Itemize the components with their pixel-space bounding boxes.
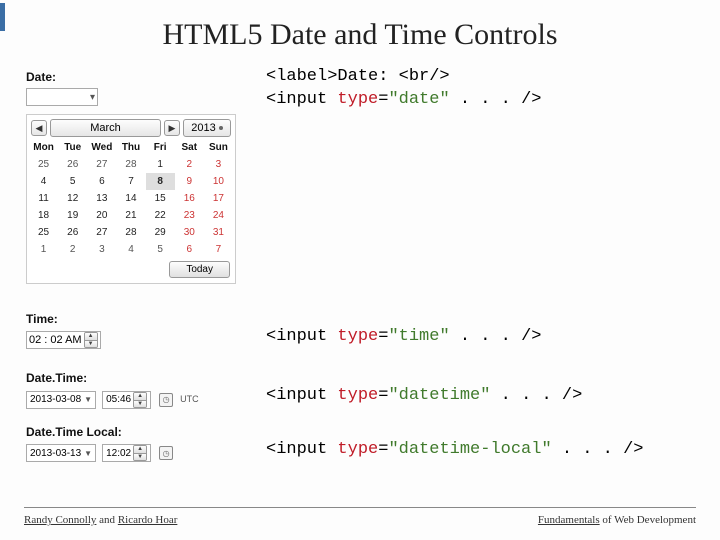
time-stepper[interactable]: ▲▼ [84, 332, 98, 348]
calendar-day[interactable]: 24 [204, 207, 233, 224]
calendar-day[interactable]: 4 [29, 173, 58, 190]
year-select[interactable]: 2013 [183, 119, 231, 137]
datetime-date-select[interactable]: 2013-03-08▼ [26, 391, 96, 409]
calendar-day[interactable]: 22 [146, 207, 175, 224]
clock-icon[interactable]: ◷ [159, 393, 173, 407]
dtl-date-select[interactable]: 2013-03-13▼ [26, 444, 96, 462]
calendar-day[interactable]: 19 [58, 207, 87, 224]
calendar-day[interactable]: 27 [87, 224, 116, 241]
dtl-time-select[interactable]: 12:02▲▼ [102, 444, 151, 462]
calendar-day[interactable]: 16 [175, 190, 204, 207]
calendar-day[interactable]: 9 [175, 173, 204, 190]
calendar-day[interactable]: 26 [58, 156, 87, 173]
calendar-day[interactable]: 25 [29, 224, 58, 241]
calendar-day[interactable]: 10 [204, 173, 233, 190]
datetime-local-widget: Date.Time Local: 2013-03-13▼ 12:02▲▼ ◷ [26, 425, 236, 463]
footer-right: Fundamentals of Web Development [538, 514, 696, 526]
calendar-day[interactable]: 1 [146, 156, 175, 173]
dtl-time-stepper[interactable]: ▲▼ [133, 445, 147, 461]
day-header: Sat [175, 139, 204, 156]
calendar-day[interactable]: 3 [204, 156, 233, 173]
calendar-day[interactable]: 17 [204, 190, 233, 207]
calendar-day[interactable]: 7 [116, 173, 145, 190]
calendar-day[interactable]: 23 [175, 207, 204, 224]
calendar-day[interactable]: 13 [87, 190, 116, 207]
footer: Randy Connolly and Ricardo Hoar Fundamen… [24, 507, 696, 526]
time-label: Time: [26, 312, 236, 326]
row-time: Time: 02 : 02 AM ▲▼ <input type="time" .… [26, 312, 694, 349]
calendar-header: ◀ March ▶ 2013 [29, 117, 233, 139]
calendar-day[interactable]: 1 [29, 241, 58, 258]
date-widget: Date: ▾ ◀ March ▶ 2013 MonTueWedThuFriSa… [26, 70, 236, 284]
datetime-local-label: Date.Time Local: [26, 425, 236, 439]
month-label: March [90, 122, 121, 134]
time-value: 02 : 02 AM [29, 334, 82, 346]
calendar-day[interactable]: 8 [146, 173, 175, 190]
calendar-day[interactable]: 6 [87, 173, 116, 190]
time-widget: Time: 02 : 02 AM ▲▼ [26, 312, 236, 349]
calendar-day[interactable]: 26 [58, 224, 87, 241]
code-date: <label>Date: <br/> <input type="date" . … [266, 66, 541, 112]
today-button[interactable]: Today [169, 261, 230, 278]
year-label: 2013 [191, 122, 215, 134]
row-date: Date: ▾ ◀ March ▶ 2013 MonTueWedThuFriSa… [26, 70, 694, 284]
calendar-day[interactable]: 4 [116, 241, 145, 258]
calendar-grid: MonTueWedThuFriSatSun2526272812345678910… [29, 139, 233, 258]
calendar-day[interactable]: 12 [58, 190, 87, 207]
calendar-day[interactable]: 2 [175, 156, 204, 173]
calendar-day[interactable]: 7 [204, 241, 233, 258]
calendar-day[interactable]: 31 [204, 224, 233, 241]
calendar-day[interactable]: 6 [175, 241, 204, 258]
calendar-day[interactable]: 5 [146, 241, 175, 258]
code-datetime-local: <input type="datetime-local" . . . /> [266, 439, 644, 462]
calendar-day[interactable]: 5 [58, 173, 87, 190]
date-label: Date: [26, 70, 236, 84]
datetime-label: Date.Time: [26, 371, 236, 385]
day-header: Mon [29, 139, 58, 156]
datetime-time-select[interactable]: 05:46▲▼ [102, 391, 151, 409]
next-month-button[interactable]: ▶ [164, 120, 180, 136]
day-header: Sun [204, 139, 233, 156]
day-header: Thu [116, 139, 145, 156]
day-header: Wed [87, 139, 116, 156]
code-datetime: <input type="datetime" . . . /> [266, 385, 582, 408]
slide-title: HTML5 Date and Time Controls [0, 0, 720, 52]
calendar-day[interactable]: 15 [146, 190, 175, 207]
calendar-day[interactable]: 18 [29, 207, 58, 224]
calendar-day[interactable]: 21 [116, 207, 145, 224]
datetime-time-stepper[interactable]: ▲▼ [133, 392, 147, 408]
calendar-popup: ◀ March ▶ 2013 MonTueWedThuFriSatSun2526… [26, 114, 236, 284]
calendar-day[interactable]: 25 [29, 156, 58, 173]
calendar-day[interactable]: 11 [29, 190, 58, 207]
calendar-day[interactable]: 2 [58, 241, 87, 258]
calendar-day[interactable]: 28 [116, 156, 145, 173]
calendar-day[interactable]: 28 [116, 224, 145, 241]
calendar-day[interactable]: 29 [146, 224, 175, 241]
utc-label: UTC [180, 394, 199, 404]
calendar-day[interactable]: 30 [175, 224, 204, 241]
month-select[interactable]: March [50, 119, 161, 137]
calendar-day[interactable]: 20 [87, 207, 116, 224]
datetime-widget: Date.Time: 2013-03-08▼ 05:46▲▼ ◷ UTC [26, 371, 236, 409]
day-header: Tue [58, 139, 87, 156]
time-input[interactable]: 02 : 02 AM ▲▼ [26, 331, 101, 349]
date-input-collapsed[interactable]: ▾ [26, 88, 98, 106]
prev-month-button[interactable]: ◀ [31, 120, 47, 136]
calendar-day[interactable]: 14 [116, 190, 145, 207]
calendar-day[interactable]: 27 [87, 156, 116, 173]
row-datetime: Date.Time: 2013-03-08▼ 05:46▲▼ ◷ UTC <in… [26, 371, 694, 409]
clock-icon[interactable]: ◷ [159, 446, 173, 460]
content-area: Date: ▾ ◀ March ▶ 2013 MonTueWedThuFriSa… [26, 70, 694, 462]
slide-accent [0, 3, 5, 31]
day-header: Fri [146, 139, 175, 156]
code-time: <input type="time" . . . /> [266, 326, 541, 349]
row-datetime-local: Date.Time Local: 2013-03-13▼ 12:02▲▼ ◷ <… [26, 425, 694, 463]
calendar-day[interactable]: 3 [87, 241, 116, 258]
footer-left: Randy Connolly and Ricardo Hoar [24, 514, 177, 526]
